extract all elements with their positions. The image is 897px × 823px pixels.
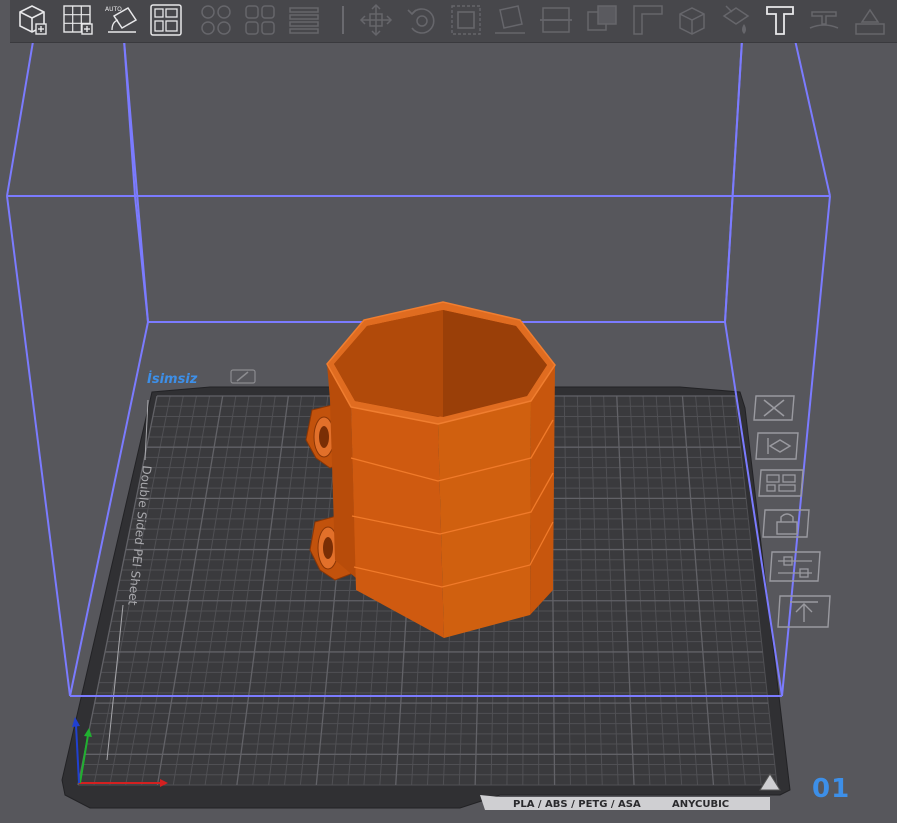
plate-number[interactable]: 01 — [812, 774, 850, 804]
move-to-plate-button[interactable] — [776, 592, 834, 630]
measure-button[interactable] — [630, 2, 666, 38]
layers-icon — [289, 7, 319, 34]
support-paint-icon — [679, 7, 705, 35]
add-plate-button[interactable] — [60, 2, 96, 38]
seam-paint-button[interactable] — [718, 2, 754, 38]
move-icon — [359, 3, 393, 37]
move-button[interactable] — [358, 2, 394, 38]
assembly-button[interactable] — [852, 2, 888, 38]
build-volume-back — [123, 39, 831, 323]
measure-icon — [633, 5, 663, 35]
emboss-icon — [809, 11, 839, 29]
auto-orient-button[interactable]: AUTO — [104, 2, 140, 38]
plate-settings-icon — [769, 551, 821, 582]
cut-icon — [540, 7, 572, 33]
split-parts-button[interactable] — [242, 2, 278, 38]
arrange-button[interactable] — [148, 2, 184, 38]
split-objects-button[interactable] — [198, 2, 234, 38]
text-tool-button[interactable] — [762, 2, 798, 38]
orient-plate-button[interactable] — [754, 430, 802, 462]
auto-orient-icon: AUTO — [105, 6, 138, 33]
lay-flat-button[interactable] — [492, 2, 528, 38]
layers-button[interactable] — [286, 2, 322, 38]
rotate-icon — [407, 8, 435, 34]
plate-settings-button[interactable] — [768, 548, 824, 584]
arrange-icon — [150, 4, 182, 36]
arrange-plate-icon — [758, 469, 804, 497]
add-grid-icon — [63, 5, 93, 35]
scale-icon — [451, 5, 481, 35]
delete-plate-button[interactable] — [752, 393, 798, 423]
plate-name-area[interactable]: İsimsiz — [147, 369, 256, 387]
text-icon — [766, 6, 794, 35]
scale-button[interactable] — [448, 2, 484, 38]
rotate-button[interactable] — [404, 2, 440, 38]
boolean-icon — [587, 5, 617, 31]
orient-plate-icon — [755, 432, 799, 460]
toolbar-separator — [342, 6, 344, 34]
lock-plate-button[interactable] — [761, 506, 813, 540]
emboss-button[interactable] — [806, 2, 842, 38]
add-object-button[interactable] — [14, 2, 50, 38]
brand-label: ANYCUBIC — [672, 799, 729, 810]
move-to-plate-icon — [777, 595, 831, 628]
arrange-plate-button[interactable] — [757, 467, 807, 499]
boolean-button[interactable] — [584, 2, 620, 38]
delete-plate-icon — [753, 395, 795, 421]
seam-paint-icon — [722, 5, 750, 34]
split-objects-icon — [201, 5, 231, 35]
plate-name: İsimsiz — [147, 371, 198, 387]
materials-label: PLA / ABS / PETG / ASA — [513, 799, 641, 810]
edit-name-icon[interactable] — [230, 369, 256, 384]
lock-plate-icon — [762, 509, 810, 538]
cut-button[interactable] — [538, 2, 574, 38]
lay-flat-icon — [495, 5, 525, 34]
split-parts-icon — [245, 5, 275, 35]
support-paint-button[interactable] — [674, 2, 710, 38]
add-cube-icon — [19, 5, 47, 35]
3d-viewport[interactable]: İsimsiz Double Sided PEI Sheet PLA / ABS… — [0, 0, 897, 823]
assembly-icon — [855, 8, 885, 35]
top-toolbar: AUTO — [10, 0, 897, 43]
